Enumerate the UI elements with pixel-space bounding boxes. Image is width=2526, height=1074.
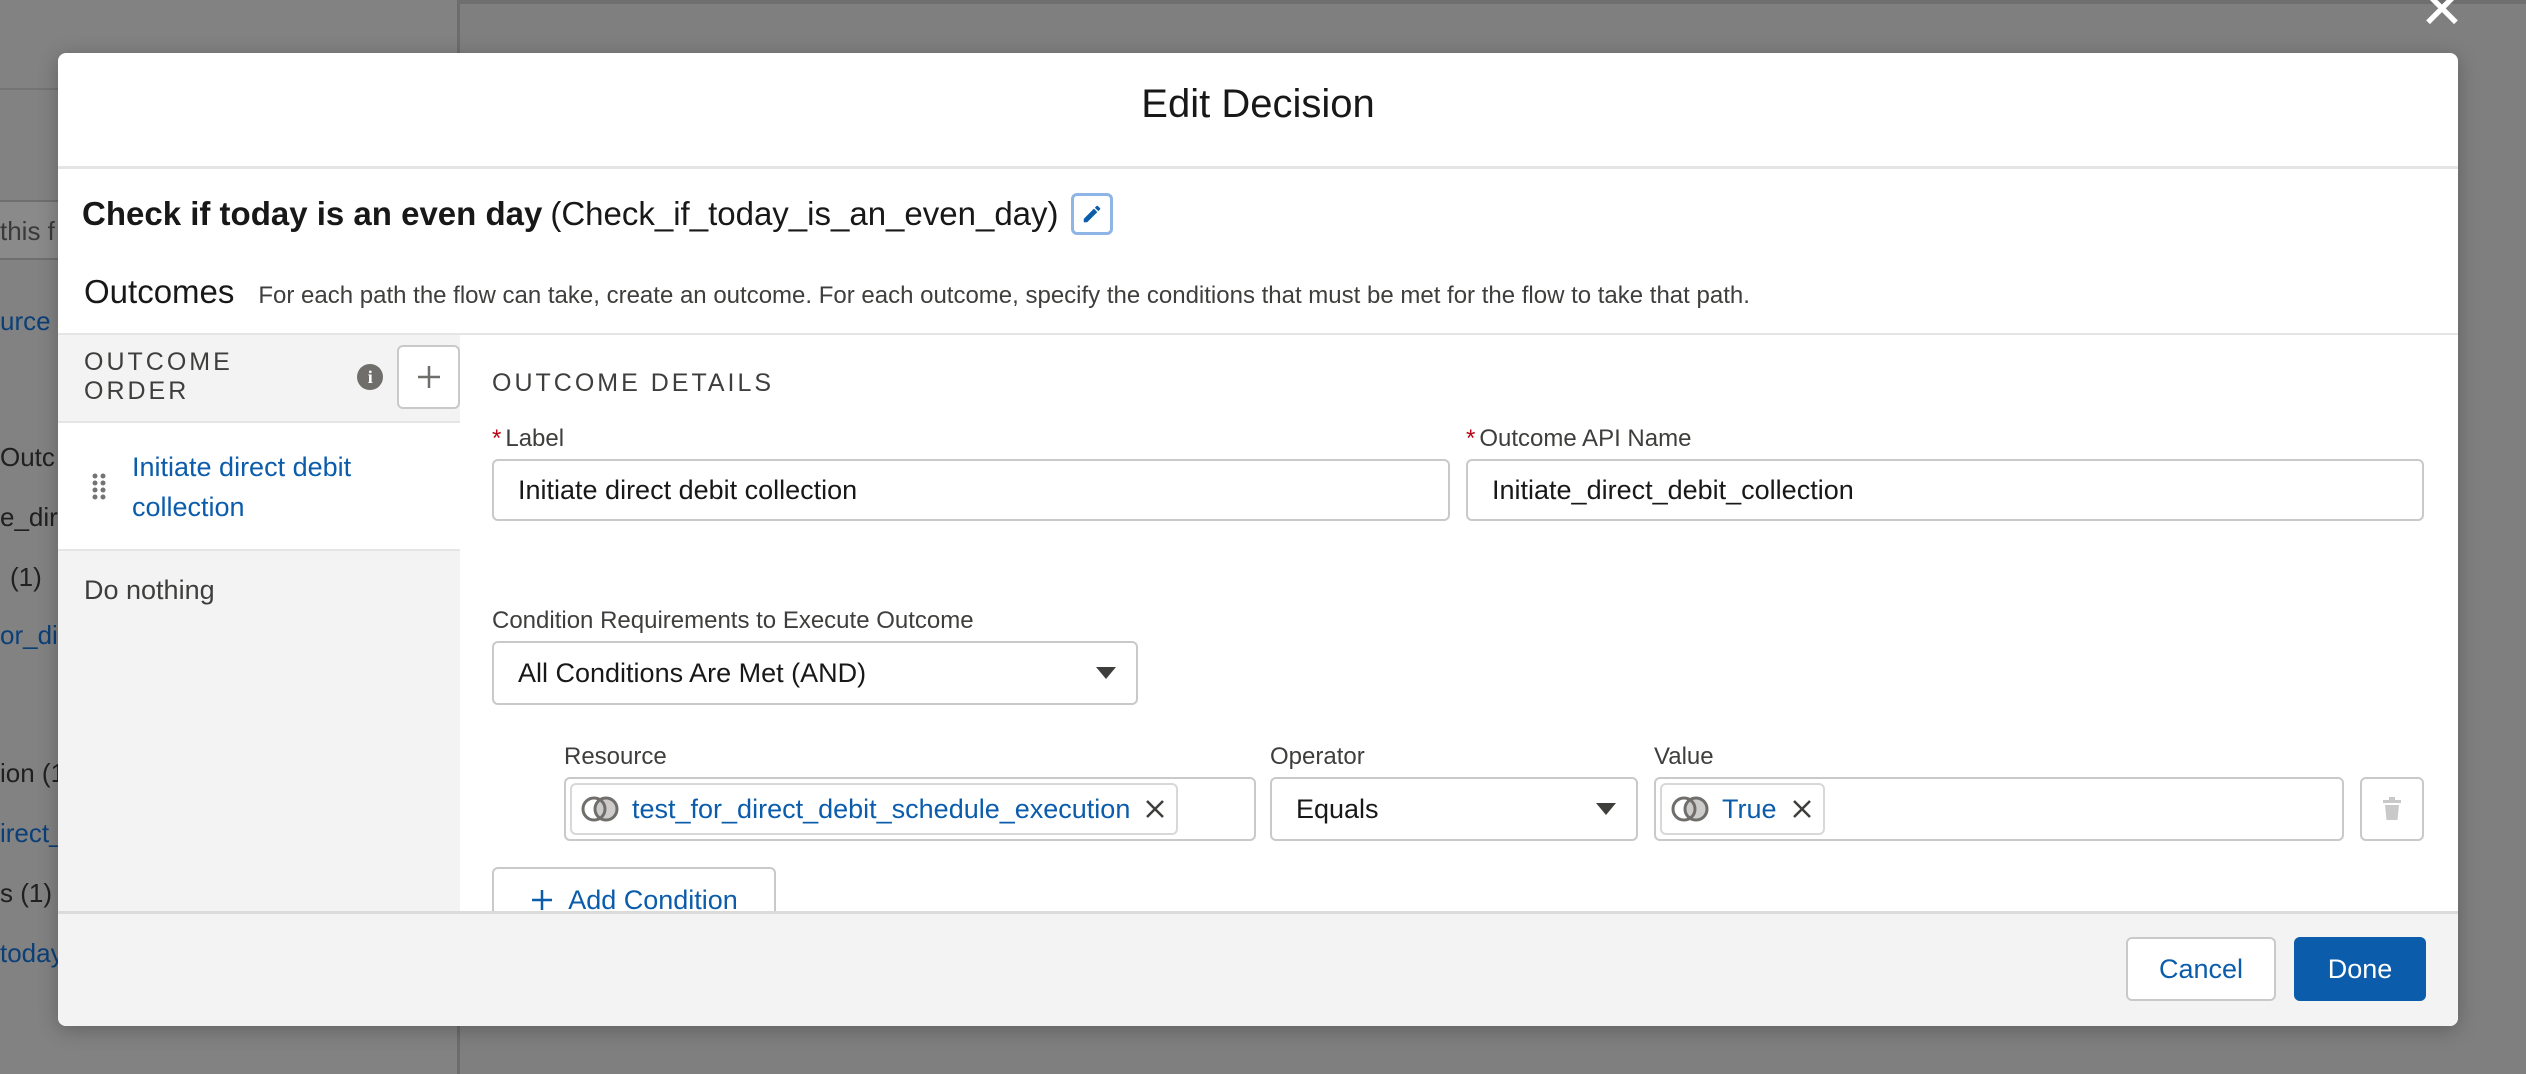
element-api-name: (Check_if_today_is_an_even_day): [550, 195, 1059, 232]
operator-select[interactable]: Equals: [1270, 777, 1638, 841]
background-text: ion (1: [0, 758, 66, 788]
value-label: Value: [1654, 743, 1714, 770]
element-label: Check if today is an even day: [82, 195, 543, 232]
api-name-input[interactable]: Initiate_direct_debit_collection: [1466, 459, 2424, 521]
outcomes-description: For each path the flow can take, create …: [258, 282, 1750, 309]
outcomes-title: Outcomes: [84, 273, 235, 310]
plus-icon: [417, 366, 440, 388]
condition-requirements-label: Condition Requirements to Execute Outcom…: [492, 607, 974, 634]
condition-requirements-value: All Conditions Are Met (AND): [518, 657, 867, 688]
done-button[interactable]: Done: [2294, 937, 2426, 1001]
resource-input[interactable]: test_for_direct_debit_schedule_execution: [564, 777, 1256, 841]
value-value: True: [1722, 793, 1777, 824]
outcome-editor: OUTCOME ORDER i Initiate direct debit co…: [58, 333, 2458, 965]
label-field-label: * Label: [492, 425, 564, 453]
close-icon: [1146, 800, 1165, 818]
condition-requirements-select[interactable]: All Conditions Are Met (AND): [492, 641, 1138, 705]
boolean-variable-icon: [1671, 796, 1709, 822]
background-link: urce: [0, 306, 51, 336]
outcomes-heading: Outcomes For each path the flow can take…: [84, 273, 1750, 311]
outcome-details-panel: OUTCOME DETAILS * Label Initiate direct d…: [460, 335, 2458, 965]
delete-condition-button[interactable]: [2360, 777, 2424, 841]
background-search-text: this f: [0, 216, 55, 246]
operator-label: Operator: [1270, 743, 1365, 770]
background-text: s (1): [0, 878, 52, 908]
add-outcome-button[interactable]: [397, 345, 460, 409]
info-icon[interactable]: i: [357, 364, 384, 390]
edit-name-button[interactable]: [1070, 193, 1113, 235]
resource-value: test_for_direct_debit_schedule_execution: [632, 793, 1131, 824]
outcome-order-title: OUTCOME ORDER: [84, 348, 233, 405]
api-name-field-label: * Outcome API Name: [1466, 425, 1691, 453]
plus-icon: [530, 888, 554, 912]
outcome-order-header: OUTCOME ORDER i: [58, 335, 460, 419]
close-icon[interactable]: ✕: [2418, 0, 2466, 37]
trash-icon: [2383, 797, 2401, 820]
outcome-order-panel: OUTCOME ORDER i Initiate direct debit co…: [58, 335, 460, 965]
resource-label: Resource: [564, 743, 667, 770]
api-name-field-text: Outcome API Name: [1479, 425, 1692, 452]
remove-pill-button[interactable]: [1144, 798, 1166, 820]
background-text: Outc: [0, 442, 55, 472]
background-link: or_dir: [0, 620, 67, 650]
outcome-details-title: OUTCOME DETAILS: [492, 369, 775, 397]
boolean-variable-icon: [581, 796, 619, 822]
value-input[interactable]: True: [1654, 777, 2344, 841]
operator-value: Equals: [1296, 793, 1379, 824]
remove-pill-button[interactable]: [1791, 798, 1813, 820]
required-asterisk: *: [492, 425, 502, 452]
label-input[interactable]: Initiate direct debit collection: [492, 459, 1450, 521]
chevron-down-icon: [1596, 803, 1616, 815]
background-text: (1): [10, 562, 42, 592]
pencil-icon: [1083, 205, 1100, 223]
cancel-button[interactable]: Cancel: [2126, 937, 2276, 1001]
drag-handle-icon[interactable]: [92, 473, 106, 501]
modal-footer: [58, 911, 2458, 1026]
value-pill[interactable]: True: [1660, 783, 1825, 835]
outcome-item-selected[interactable]: Initiate direct debit collection: [58, 421, 460, 551]
resource-pill[interactable]: test_for_direct_debit_schedule_execution: [570, 783, 1179, 835]
background-link: irect_: [0, 818, 64, 848]
element-name-row: Check if today is an even day (Check_if_…: [82, 193, 1113, 235]
modal-title: Edit Decision: [1141, 82, 1375, 126]
outcome-item-default[interactable]: Do nothing: [84, 575, 215, 606]
chevron-down-icon: [1096, 667, 1116, 679]
required-asterisk: *: [1466, 425, 1476, 452]
modal-header: Edit Decision: [58, 53, 2458, 169]
label-field-text: Label: [505, 425, 565, 452]
edit-decision-modal: Edit Decision Check if today is an even …: [58, 53, 2458, 1026]
background-link: today: [0, 938, 64, 968]
close-icon: [1792, 800, 1811, 818]
outcome-item-label[interactable]: Initiate direct debit collection: [132, 447, 432, 527]
